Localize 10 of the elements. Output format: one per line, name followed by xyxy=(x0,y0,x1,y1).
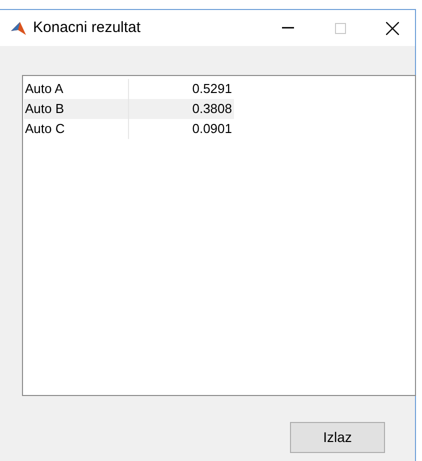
table-cell: Auto C xyxy=(24,119,129,139)
table-cell-text: 0.3808 xyxy=(191,100,233,118)
maximize-icon xyxy=(334,22,346,34)
exit-button[interactable]: Izlaz xyxy=(290,422,385,453)
close-icon xyxy=(386,22,398,34)
window-title: Konacni rezultat xyxy=(33,18,141,38)
app-icon xyxy=(11,21,26,35)
table-cell-text: 0.0901 xyxy=(191,120,233,138)
minimize-icon xyxy=(282,27,294,29)
table-cell-text: 0.5291 xyxy=(191,80,233,98)
